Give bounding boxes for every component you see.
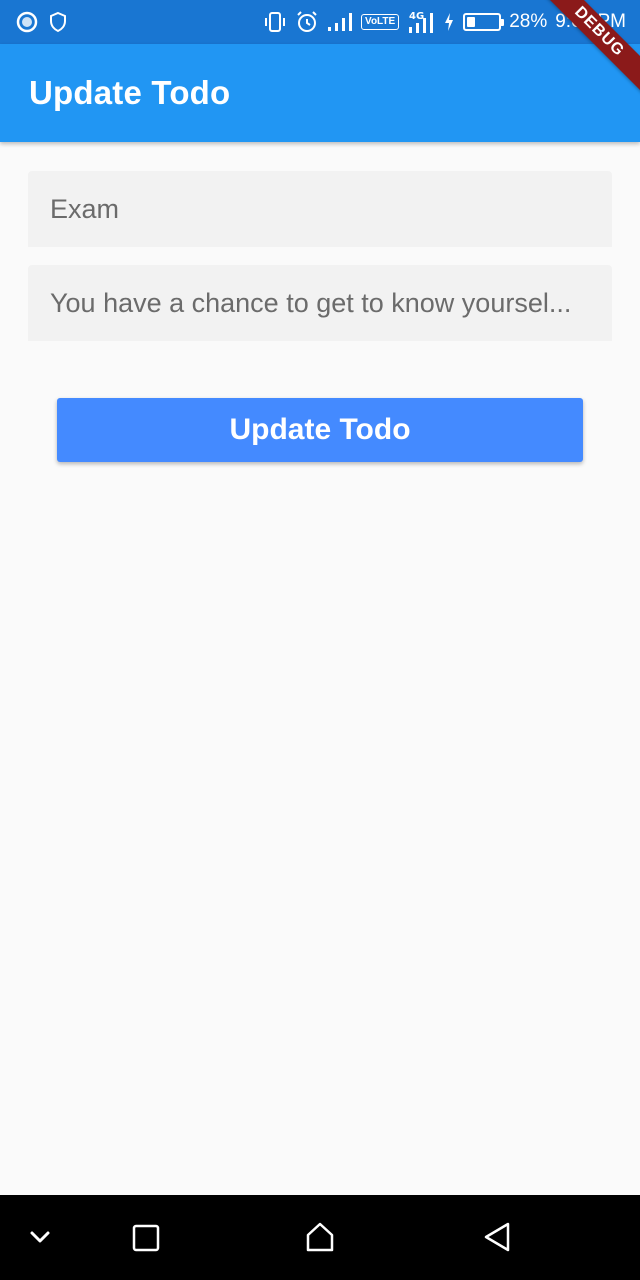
4g-signal-icon: 4G xyxy=(407,10,435,34)
description-input[interactable]: You have a chance to get to know yoursel… xyxy=(28,265,612,341)
title-input[interactable]: Exam xyxy=(28,171,612,247)
recents-icon[interactable] xyxy=(131,1223,161,1253)
network-label: 4G xyxy=(409,11,424,22)
update-todo-button[interactable]: Update Todo xyxy=(57,398,583,462)
vibrate-icon xyxy=(263,11,287,33)
shield-icon xyxy=(48,11,68,33)
update-todo-button-label: Update Todo xyxy=(229,413,411,446)
signal-icon xyxy=(327,12,353,32)
battery-percent: 28% xyxy=(509,11,548,32)
status-right: VoLTE 4G 28% 9:03 PM xyxy=(263,10,626,34)
record-icon xyxy=(16,11,38,33)
charging-icon xyxy=(443,12,455,32)
alarm-icon xyxy=(295,10,319,34)
chevron-down-icon[interactable] xyxy=(26,1223,54,1251)
clock: 9:03 PM xyxy=(555,11,626,32)
status-left xyxy=(16,11,68,33)
volte-icon: VoLTE xyxy=(361,14,400,30)
system-nav-bar xyxy=(0,1195,640,1280)
app-bar: Update Todo xyxy=(0,44,640,142)
back-icon[interactable] xyxy=(482,1221,514,1253)
battery-fill xyxy=(467,17,476,27)
screen: VoLTE 4G 28% 9:03 PM Update Todo DEBUG E… xyxy=(0,0,640,1280)
description-input-value: You have a chance to get to know yoursel… xyxy=(50,287,572,318)
home-icon[interactable] xyxy=(304,1221,336,1253)
page-title: Update Todo xyxy=(29,74,231,111)
battery-icon xyxy=(463,13,505,31)
status-bar: VoLTE 4G 28% 9:03 PM xyxy=(0,0,640,44)
title-input-value: Exam xyxy=(50,193,120,224)
